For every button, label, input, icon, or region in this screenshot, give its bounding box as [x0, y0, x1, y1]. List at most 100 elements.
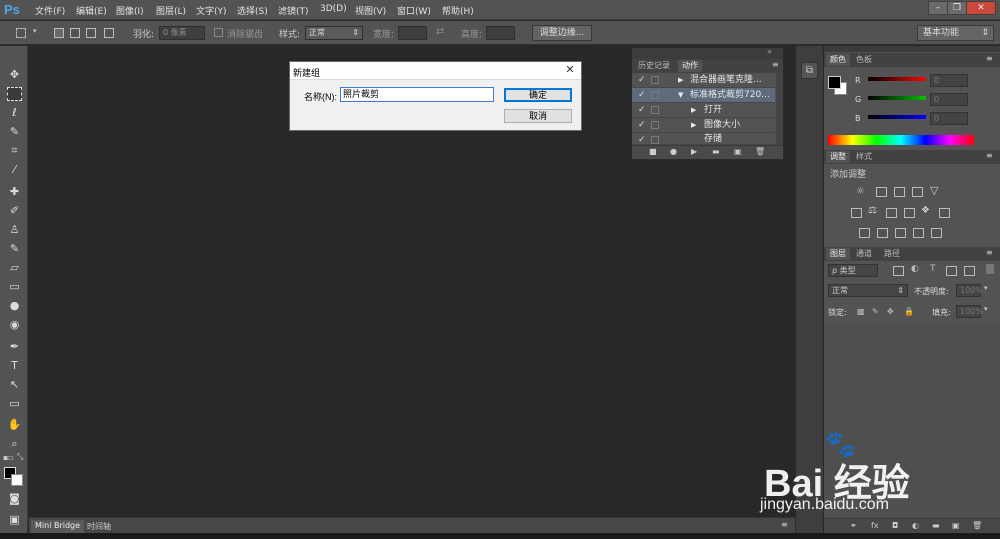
menu-select[interactable]: 选择(S)	[237, 4, 268, 17]
expand-arrow-icon[interactable]: ▶	[691, 103, 696, 117]
tab-adjustments[interactable]: 调整	[826, 151, 850, 163]
filter-shape-icon[interactable]	[946, 266, 957, 276]
move-tool-icon[interactable]: ✥	[7, 68, 22, 82]
dialog-toggle-icon[interactable]	[651, 91, 659, 99]
exposure-icon[interactable]	[912, 187, 923, 197]
filter-pixel-icon[interactable]	[893, 266, 904, 276]
restore-button[interactable]: ❐	[947, 1, 967, 15]
expand-arrow-icon[interactable]: ▶	[691, 118, 696, 132]
enabled-check-icon[interactable]: ✓	[638, 88, 646, 102]
swap-dimensions-icon[interactable]: ⇄	[436, 26, 444, 37]
add-selection-icon[interactable]	[70, 28, 80, 38]
new-action-icon[interactable]: ▣	[734, 147, 742, 156]
dialog-toggle-icon[interactable]	[651, 136, 659, 144]
tab-color[interactable]: 颜色	[826, 54, 850, 66]
red-slider[interactable]	[868, 77, 926, 81]
delete-action-icon[interactable]: 🗑	[755, 147, 765, 156]
actions-scrollbar[interactable]	[776, 73, 783, 145]
channel-mixer-icon[interactable]: ❖	[921, 205, 930, 216]
clone-stamp-icon[interactable]: ♙	[7, 223, 22, 237]
fill-dropdown-icon[interactable]: ▾	[984, 305, 988, 313]
tab-history[interactable]: 历史记录	[634, 60, 674, 72]
filter-toggle[interactable]	[986, 264, 994, 274]
green-value-input[interactable]: 0	[930, 93, 968, 106]
collapse-panel-icon[interactable]: »	[767, 47, 772, 56]
selective-color-icon[interactable]	[931, 228, 942, 238]
hue-saturation-icon[interactable]	[851, 208, 862, 218]
action-row[interactable]: ✓ ▶ 混合器画笔克隆...	[632, 73, 775, 88]
black-white-icon[interactable]	[886, 208, 897, 218]
vibrance-icon[interactable]: ▽	[930, 184, 938, 197]
lock-transparent-icon[interactable]: ▩	[857, 307, 865, 316]
healing-brush-icon[interactable]: ✚	[7, 185, 22, 199]
ok-button[interactable]: 确定	[504, 88, 572, 102]
collapse-arrow-icon[interactable]: ▼	[678, 88, 683, 102]
photo-filter-icon[interactable]	[904, 208, 915, 218]
zoom-tool-icon[interactable]: ⌕	[7, 437, 22, 451]
color-lookup-icon[interactable]	[939, 208, 950, 218]
close-window-button[interactable]: ✕	[966, 1, 996, 15]
invert-icon[interactable]	[859, 228, 870, 238]
menu-view[interactable]: 视图(V)	[355, 4, 386, 17]
preset-chevron-icon[interactable]: ▾	[33, 27, 37, 35]
lasso-tool-icon[interactable]: ℓ	[7, 106, 22, 120]
refine-edge-button[interactable]: 调整边缘...	[532, 25, 592, 41]
default-colors-icon[interactable]: ◾◽	[3, 454, 13, 462]
blur-tool-icon[interactable]: ●	[7, 299, 22, 313]
tab-timeline[interactable]: 时间轴	[83, 520, 115, 533]
panel-menu-icon[interactable]: ≡	[772, 60, 779, 69]
record-icon[interactable]: ●	[670, 147, 677, 156]
fill-input[interactable]: 100%	[956, 305, 983, 318]
layer-filter-select[interactable]: ρ 类型	[828, 264, 878, 277]
new-layer-icon[interactable]: ▣	[952, 521, 960, 530]
intersect-selection-icon[interactable]	[104, 28, 114, 38]
quick-mask-icon[interactable]: ◙	[7, 492, 22, 506]
menu-image[interactable]: 图像(I)	[116, 4, 144, 17]
foreground-color-swatch[interactable]	[828, 76, 841, 89]
group-name-input[interactable]: 照片裁剪	[340, 87, 494, 102]
eyedropper-tool-icon[interactable]: ⁄	[7, 163, 22, 177]
enabled-check-icon[interactable]: ✓	[638, 103, 646, 117]
action-step-row[interactable]: ✓ 存储	[632, 133, 775, 145]
enabled-check-icon[interactable]: ✓	[638, 73, 646, 87]
lock-image-icon[interactable]: ✎	[872, 307, 879, 316]
action-row-selected[interactable]: ✓ ▼ 标准格式裁剪720...	[632, 88, 775, 103]
type-tool-icon[interactable]: T	[7, 359, 22, 373]
hand-tool-icon[interactable]: ✋	[7, 418, 22, 432]
dodge-tool-icon[interactable]: ◉	[7, 318, 22, 332]
rectangle-tool-icon[interactable]: ▭	[7, 397, 22, 411]
tab-styles[interactable]: 样式	[852, 151, 876, 163]
quick-select-tool-icon[interactable]: ✎	[7, 125, 22, 139]
subtract-selection-icon[interactable]	[86, 28, 96, 38]
dialog-toggle-icon[interactable]	[651, 76, 659, 84]
dialog-close-icon[interactable]: ✕	[562, 63, 578, 78]
cancel-button[interactable]: 取消	[504, 109, 572, 123]
tab-swatches[interactable]: 色板	[852, 54, 876, 66]
eraser-tool-icon[interactable]: ▱	[7, 261, 22, 275]
action-step-row[interactable]: ✓ ▶ 打开	[632, 103, 775, 118]
panel-menu-icon[interactable]: ≡	[986, 248, 993, 257]
link-layers-icon[interactable]: ⚭	[850, 521, 857, 530]
curves-icon[interactable]	[894, 187, 905, 197]
menu-help[interactable]: 帮助(H)	[442, 4, 474, 17]
enabled-check-icon[interactable]: ✓	[638, 133, 646, 144]
new-adjustment-icon[interactable]: ◐	[912, 521, 919, 530]
tab-paths[interactable]: 路径	[880, 248, 904, 260]
swap-colors-icon[interactable]: ⤡	[17, 452, 23, 462]
new-group-icon[interactable]: ▬	[932, 521, 940, 530]
menu-filter[interactable]: 滤镜(T)	[278, 4, 309, 17]
crop-tool-icon[interactable]: ⌗	[7, 144, 22, 158]
panel-menu-icon[interactable]: ≡	[986, 54, 993, 63]
new-set-folder-icon[interactable]: ▬	[712, 147, 720, 156]
path-select-tool-icon[interactable]: ↖	[7, 378, 22, 392]
layer-style-icon[interactable]: fx	[871, 521, 879, 530]
color-balance-icon[interactable]: ⚖	[868, 205, 877, 216]
menu-edit[interactable]: 编辑(E)	[76, 4, 107, 17]
play-icon[interactable]: ▶	[691, 147, 697, 156]
tab-channels[interactable]: 通道	[852, 248, 876, 260]
blue-value-input[interactable]: 0	[930, 112, 968, 125]
menu-3d[interactable]: 3D(D)	[320, 4, 347, 14]
lock-all-icon[interactable]: 🔒	[904, 307, 914, 316]
gradient-tool-icon[interactable]: ▭	[7, 280, 22, 294]
marquee-preset-icon[interactable]	[16, 28, 26, 38]
